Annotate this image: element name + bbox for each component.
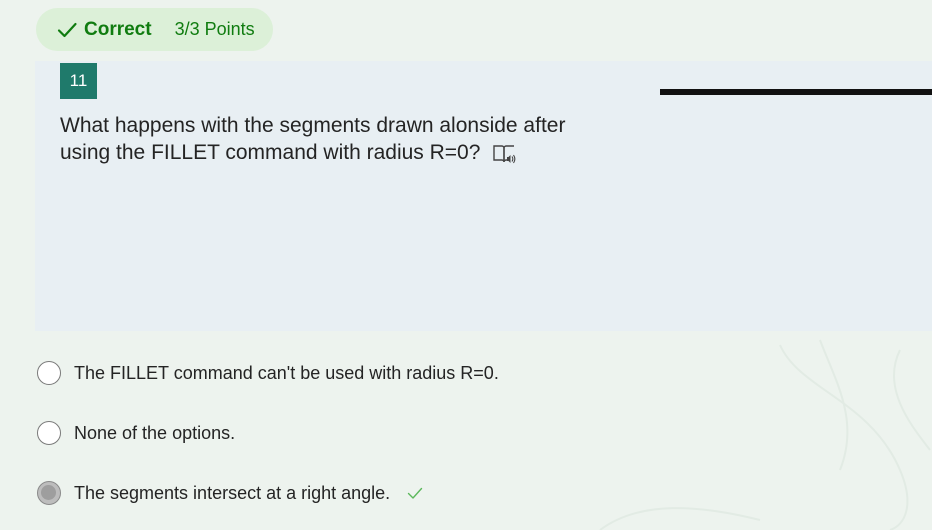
option-1-radio[interactable]	[37, 361, 61, 385]
option-3[interactable]: The segments intersect at a right angle.	[37, 480, 423, 506]
option-3-label: The segments intersect at a right angle.	[74, 482, 391, 503]
immersive-reader-icon[interactable]	[492, 143, 516, 165]
result-badge: Correct 3/3 Points	[36, 8, 273, 51]
question-text-block: What happens with the segments drawn alo…	[60, 112, 620, 166]
option-1-label: The FILLET command can't be used with ra…	[74, 362, 499, 383]
question-card: 11 What happens with the segments drawn …	[35, 61, 932, 331]
result-status: Correct	[84, 18, 152, 40]
question-image	[660, 89, 932, 95]
option-3-radio[interactable]	[37, 481, 61, 505]
result-points: 3/3 Points	[174, 19, 255, 39]
option-1[interactable]: The FILLET command can't be used with ra…	[37, 360, 499, 386]
option-2[interactable]: None of the options.	[37, 420, 235, 446]
check-icon	[57, 22, 77, 37]
option-2-radio[interactable]	[37, 421, 61, 445]
correct-answer-check-icon	[407, 487, 423, 499]
question-text: What happens with the segments drawn alo…	[60, 114, 566, 164]
question-number-badge: 11	[60, 63, 97, 99]
option-2-label: None of the options.	[74, 422, 236, 443]
